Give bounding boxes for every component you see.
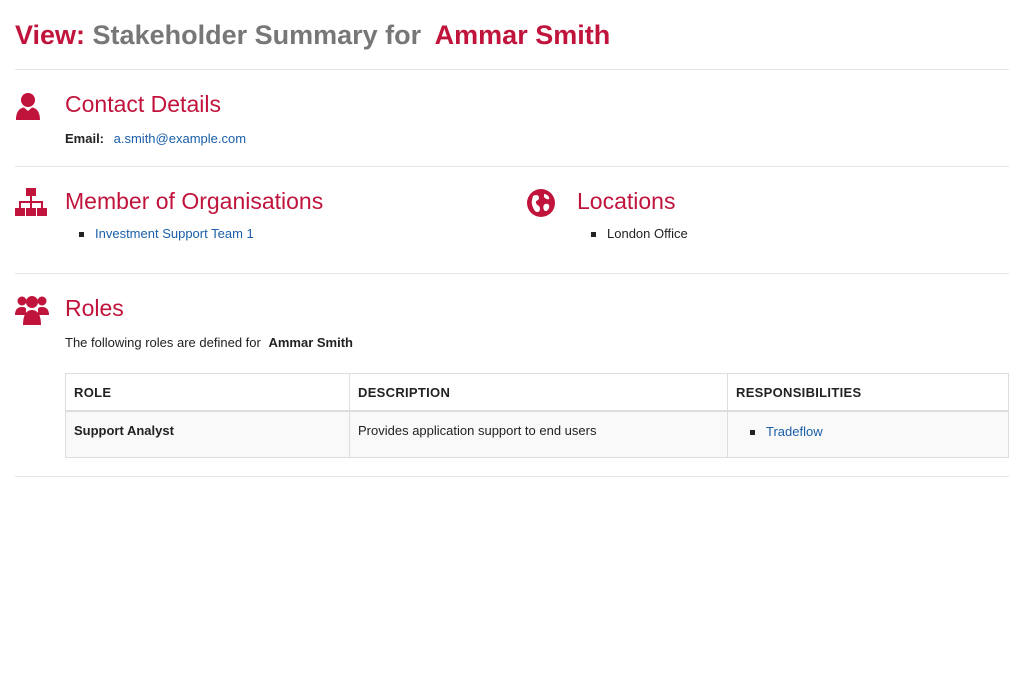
contact-details-heading: Contact Details [65,91,221,117]
roles-heading: Roles [65,295,124,321]
title-text: Stakeholder Summary for [92,20,422,50]
roles-section: Roles The following roles are defined fo… [15,274,1009,476]
divider [15,476,1009,477]
email-label: Email: [65,131,105,146]
organisations-heading: Member of Organisations [65,188,324,214]
organisation-link[interactable]: Investment Support Team 1 [95,226,254,241]
stakeholder-summary-page: View: Stakeholder Summary for Ammar Smit… [0,0,1024,698]
roles-intro-name: Ammar Smith [268,335,353,350]
page-title: View: Stakeholder Summary for Ammar Smit… [15,0,1009,52]
roles-intro-text: The following roles are defined for [65,335,261,350]
email-row: Email: a.smith@example.com [65,130,246,148]
column-header-description: DESCRIPTION [349,373,728,412]
description-cell: Provides application support to end user… [349,410,728,458]
roles-intro: The following roles are defined for Amma… [65,334,1009,352]
responsibility-link[interactable]: Tradeflow [766,424,823,439]
globe-icon [527,189,555,217]
list-item: Tradeflow [750,423,1000,441]
user-icon [15,92,43,120]
responsibilities-list: Tradeflow [736,423,1000,441]
responsibilities-cell: Tradeflow [727,410,1009,458]
table-row: Support Analyst Provides application sup… [65,410,1009,458]
view-label: View: [15,20,86,50]
email-link[interactable]: a.smith@example.com [114,131,246,146]
sitemap-icon [15,188,47,216]
role-cell: Support Analyst [65,410,350,458]
locations-heading: Locations [577,188,676,214]
column-header-responsibilities: RESPONSIBILITIES [727,373,1009,412]
organisations-list: Investment Support Team 1 [65,225,323,243]
stakeholder-name: Ammar Smith [434,20,611,50]
users-group-icon [15,293,49,325]
list-item: Investment Support Team 1 [79,225,323,243]
table-header-row: ROLE DESCRIPTION RESPONSIBILITIES [65,373,1009,412]
column-header-role: ROLE [65,373,350,412]
organisations-locations-section: Member of Organisations Investment Suppo… [15,167,1009,273]
contact-details-section: Contact Details Email: a.smith@example.c… [15,70,1009,166]
roles-table: ROLE DESCRIPTION RESPONSIBILITIES Suppor… [65,373,1009,458]
locations-list: London Office [577,225,688,243]
list-item: London Office [591,225,688,243]
